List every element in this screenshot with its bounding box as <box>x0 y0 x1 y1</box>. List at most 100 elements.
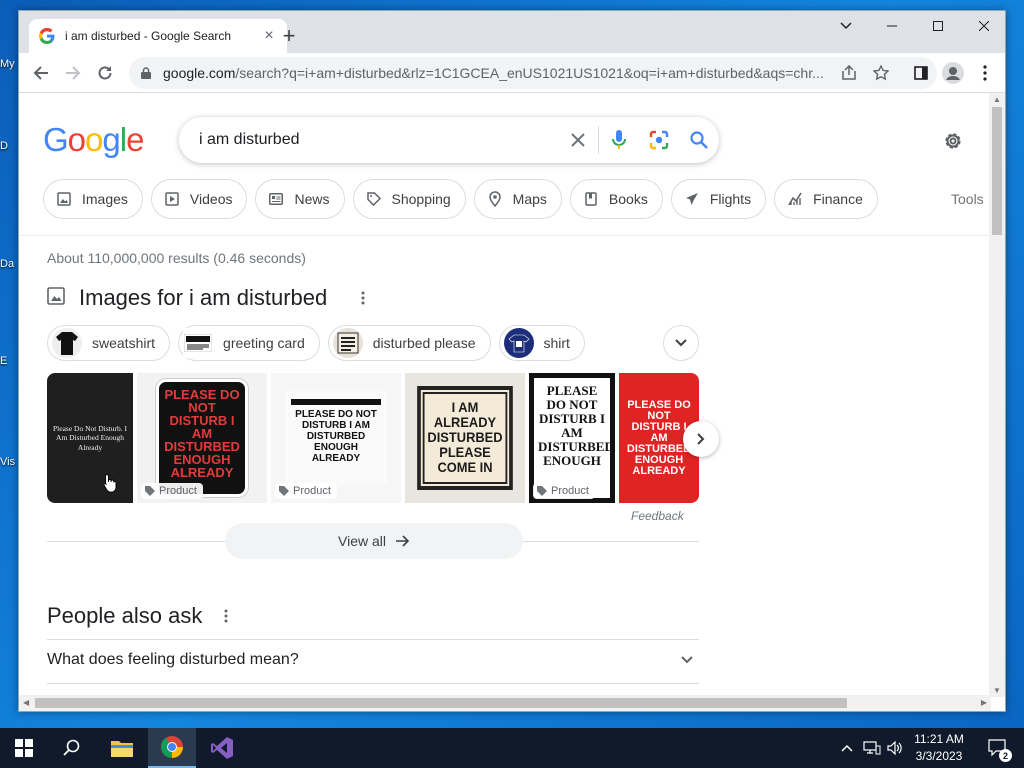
tab-search-button[interactable] <box>823 11 869 41</box>
tools-button[interactable]: Tools <box>951 191 984 207</box>
paa-question[interactable]: What does feeling disturbed mean? <box>47 651 699 669</box>
side-panel-button[interactable] <box>907 59 935 87</box>
browser-menu-button[interactable] <box>971 59 999 87</box>
browser-toolbar: google.com/search?q=i+am+disturbed&rlz=1… <box>19 53 1005 93</box>
search-input[interactable]: i am disturbed <box>199 131 558 149</box>
play-icon <box>164 191 180 207</box>
image-carousel-next-button[interactable] <box>683 421 719 457</box>
tab-close-icon[interactable]: × <box>261 27 277 45</box>
reload-icon <box>98 66 112 80</box>
chip-flights[interactable]: Flights <box>670 179 767 219</box>
start-button[interactable] <box>0 728 48 768</box>
images-section-title[interactable]: Images for i am disturbed <box>79 285 327 311</box>
desktop-icon-label[interactable]: D <box>0 140 18 152</box>
related-chip-shirt[interactable]: shirt <box>498 325 585 361</box>
logo-letter: o <box>67 121 86 158</box>
share-icon[interactable] <box>837 61 861 85</box>
close-icon <box>571 133 585 147</box>
image-result[interactable]: PLEASE DO NOT DISTURB I AM DISTURBED ENO… <box>137 373 267 503</box>
scroll-up-icon[interactable]: ▲ <box>993 95 1001 104</box>
lens-search-button[interactable] <box>639 117 679 163</box>
kebab-menu-icon[interactable] <box>353 288 373 308</box>
address-bar[interactable]: google.com/search?q=i+am+disturbed&rlz=1… <box>129 57 937 89</box>
clear-search-button[interactable] <box>558 117 598 163</box>
expand-related-button[interactable] <box>663 325 699 361</box>
horizontal-scroll-thumb[interactable] <box>35 698 847 708</box>
network-button[interactable] <box>860 728 884 768</box>
browser-tab[interactable]: i am disturbed - Google Search × <box>29 19 287 53</box>
maximize-button[interactable] <box>915 11 961 41</box>
volume-button[interactable] <box>884 728 906 768</box>
chrome-window: i am disturbed - Google Search × + googl… <box>18 10 1006 712</box>
taskbar-visual-studio[interactable] <box>198 728 246 768</box>
bookmark-star-icon[interactable] <box>869 61 893 85</box>
chevron-down-icon <box>840 22 852 30</box>
forward-button[interactable] <box>59 59 87 87</box>
image-caption: I AM ALREADY DISTURBED PLEASE COME IN <box>427 399 503 475</box>
taskbar-file-explorer[interactable] <box>98 728 146 768</box>
google-logo[interactable]: Google <box>43 121 144 159</box>
product-badge: Product <box>275 483 337 499</box>
kebab-menu-icon[interactable] <box>216 606 236 626</box>
header-divider <box>19 235 991 236</box>
chip-news[interactable]: News <box>255 179 345 219</box>
folder-icon <box>111 741 133 757</box>
action-center-button[interactable]: 2 <box>980 728 1016 768</box>
url-text[interactable]: google.com/search?q=i+am+disturbed&rlz=1… <box>163 65 833 81</box>
chip-videos[interactable]: Videos <box>150 179 248 219</box>
taskbar-search-button[interactable] <box>48 728 96 768</box>
tag-icon <box>366 191 382 207</box>
scroll-down-icon[interactable]: ▼ <box>993 686 1001 695</box>
back-button[interactable] <box>27 59 55 87</box>
clock-time: 11:21 AM <box>914 732 964 746</box>
view-all-button[interactable]: View all <box>225 523 523 559</box>
related-chip-label: shirt <box>543 335 570 351</box>
horizontal-scrollbar[interactable]: ◀ ▶ <box>19 695 991 711</box>
desktop-icon-label[interactable]: Vis <box>0 456 18 468</box>
tag-icon <box>279 486 289 496</box>
voice-search-button[interactable] <box>599 117 639 163</box>
vertical-scroll-thumb[interactable] <box>992 107 1002 235</box>
minimize-icon <box>887 25 897 27</box>
new-tab-button[interactable]: + <box>277 25 301 49</box>
related-chip-sweatshirt[interactable]: sweatshirt <box>47 325 171 361</box>
desktop-icon-label[interactable]: My <box>0 58 18 70</box>
chip-books[interactable]: Books <box>569 179 663 219</box>
settings-button[interactable] <box>941 129 965 153</box>
scroll-right-icon[interactable]: ▶ <box>981 698 987 707</box>
show-hidden-icons-button[interactable] <box>838 728 856 768</box>
arrow-left-icon <box>33 66 48 80</box>
desktop-icon-label[interactable]: E <box>0 355 18 367</box>
chip-finance[interactable]: Finance <box>774 179 878 219</box>
side-panel-icon <box>914 66 928 80</box>
search-button[interactable] <box>679 117 719 163</box>
close-window-button[interactable] <box>961 11 1005 41</box>
reload-button[interactable] <box>91 59 119 87</box>
minimize-button[interactable] <box>869 11 915 41</box>
related-chip-greeting-card[interactable]: greeting card <box>178 325 320 361</box>
url-host: google.com <box>163 65 236 81</box>
related-chip-disturbed-please[interactable]: disturbed please <box>327 325 491 361</box>
image-result[interactable]: I AM ALREADY DISTURBED PLEASE COME IN <box>405 373 525 503</box>
desktop-icon-label[interactable]: Da <box>0 258 18 270</box>
vertical-scrollbar[interactable]: ▲ ▼ <box>989 93 1005 697</box>
greeting-card-thumbnail <box>183 328 214 358</box>
taskbar-chrome[interactable] <box>148 728 196 768</box>
feedback-link[interactable]: Feedback <box>631 509 684 523</box>
lock-icon[interactable] <box>139 66 153 80</box>
chip-label: Books <box>608 191 648 207</box>
search-box[interactable]: i am disturbed <box>179 117 719 163</box>
chip-maps[interactable]: Maps <box>473 179 562 219</box>
chip-images[interactable]: Images <box>43 179 143 219</box>
image-result[interactable]: Please Do Not Disturb. I Am Disturbed En… <box>47 373 133 503</box>
taskbar-clock[interactable]: 11:21 AM 3/3/2023 <box>904 731 974 765</box>
scroll-left-icon[interactable]: ◀ <box>23 698 29 707</box>
profile-button[interactable] <box>939 59 967 87</box>
chip-shopping[interactable]: Shopping <box>352 179 466 219</box>
map-pin-icon <box>487 191 503 207</box>
chip-label: Videos <box>189 191 233 207</box>
image-result[interactable]: PLEASE DO NOT DISTURB I AM DISTURBED ENO… <box>271 373 401 503</box>
chip-label: Flights <box>709 191 752 207</box>
image-result[interactable]: PLEASE DO NOT DISTURB I AM DISTURBED ENO… <box>529 373 615 503</box>
image-results-row: Please Do Not Disturb. I Am Disturbed En… <box>47 373 699 503</box>
